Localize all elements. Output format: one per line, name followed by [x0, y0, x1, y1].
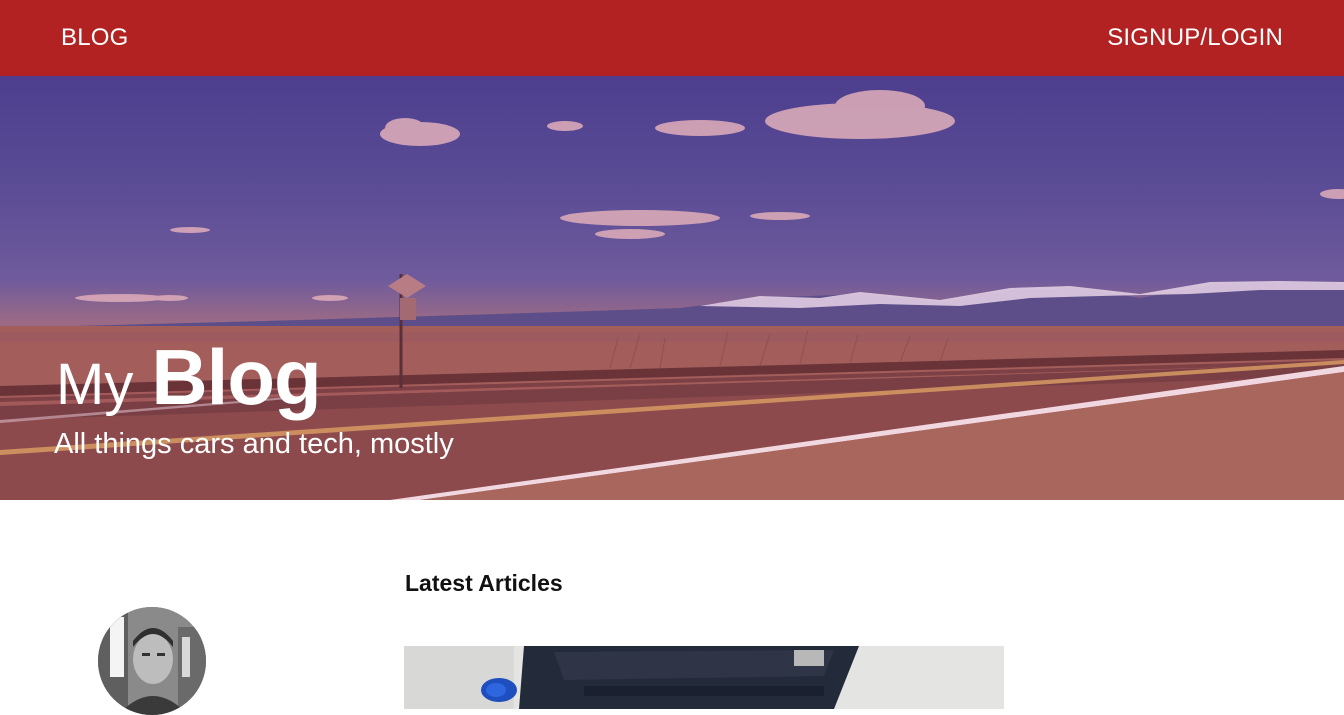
hero-banner: My Blog All things cars and tech, mostly — [0, 76, 1344, 500]
hero-subtitle: All things cars and tech, mostly — [54, 428, 454, 460]
latest-articles-heading: Latest Articles — [405, 570, 563, 596]
author-photo — [98, 607, 206, 715]
article-thumbnail-photo — [404, 646, 1004, 709]
hero-title: My Blog — [56, 332, 322, 423]
author-avatar — [98, 607, 206, 715]
hero-title-blog: Blog — [151, 333, 321, 421]
hero-title-my: My — [56, 352, 134, 417]
nav-link-blog[interactable]: BLOG — [61, 24, 129, 52]
nav-link-signup-login[interactable]: SIGNUP/LOGIN — [1107, 24, 1283, 52]
article-card-image[interactable] — [404, 646, 1004, 709]
top-nav-bar: BLOG SIGNUP/LOGIN — [0, 0, 1344, 76]
